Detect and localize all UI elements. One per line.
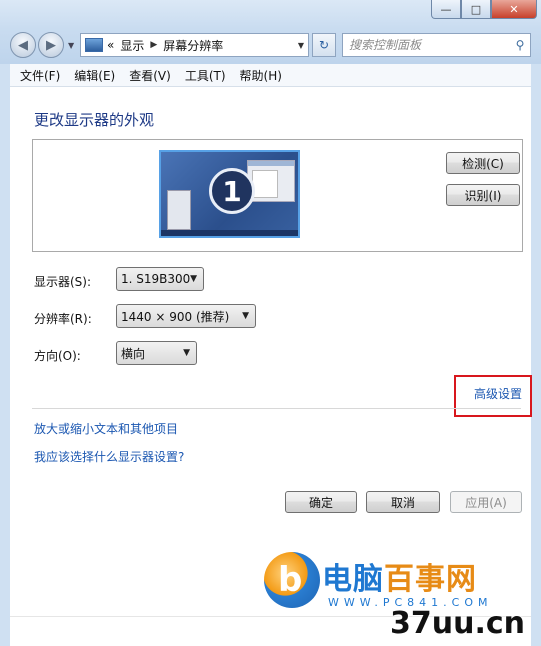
resolution-label: 分辨率(R): bbox=[34, 312, 92, 326]
apply-button[interactable]: 应用(A) bbox=[450, 491, 522, 513]
chevron-down-icon: ▼ bbox=[190, 274, 197, 284]
which-display-settings-link[interactable]: 我应该选择什么显示器设置? bbox=[34, 448, 184, 465]
title-bar: — □ ✕ ◀ ▶ ▼ « 显示 ▶ 屏幕分辨率 ▼ ↻ ⚲ bbox=[0, 0, 541, 64]
watermark-brand-part1: 电脑 bbox=[322, 562, 384, 597]
menu-help[interactable]: 帮助(H) bbox=[240, 67, 282, 84]
menu-view[interactable]: 查看(V) bbox=[129, 67, 171, 84]
back-arrow-icon: ◀ bbox=[18, 37, 28, 53]
refresh-button[interactable]: ↻ bbox=[312, 33, 336, 57]
watermark-site2: 37uu.cn bbox=[390, 606, 525, 641]
divider bbox=[32, 408, 521, 409]
logo-letter: b bbox=[278, 560, 303, 600]
menu-edit[interactable]: 编辑(E) bbox=[74, 67, 115, 84]
display-label: 显示器(S): bbox=[34, 275, 92, 289]
monitor-1-thumbnail[interactable]: 1 bbox=[159, 150, 300, 238]
resolution-select[interactable]: 1440 × 900 (推荐) ▼ bbox=[116, 304, 256, 328]
page-title: 更改显示器的外观 bbox=[34, 111, 155, 129]
menu-file[interactable]: 文件(F) bbox=[20, 67, 60, 84]
ok-button[interactable]: 确定 bbox=[285, 491, 357, 513]
preview-taskbar bbox=[161, 230, 298, 236]
menu-bar: 文件(F) 编辑(E) 查看(V) 工具(T) 帮助(H) bbox=[10, 64, 531, 87]
orientation-select-value: 横向 bbox=[121, 346, 146, 361]
chevron-down-icon: ▼ bbox=[242, 311, 249, 321]
breadcrumb-item-screen-resolution[interactable]: 屏幕分辨率 bbox=[163, 37, 223, 54]
pc841-logo-icon: b bbox=[264, 552, 320, 608]
forward-arrow-icon: ▶ bbox=[46, 37, 56, 53]
resolution-select-value: 1440 × 900 (推荐) bbox=[121, 309, 230, 324]
search-icon[interactable]: ⚲ bbox=[510, 38, 530, 52]
minimize-button[interactable]: — bbox=[431, 0, 461, 19]
chevron-down-icon: ▼ bbox=[183, 348, 190, 358]
monitor-number-badge: 1 bbox=[209, 168, 255, 214]
menu-tools[interactable]: 工具(T) bbox=[185, 67, 226, 84]
breadcrumb: « 显示 ▶ 屏幕分辨率 bbox=[107, 37, 294, 54]
cancel-button[interactable]: 取消 bbox=[366, 491, 440, 513]
display-select-value: 1. S19B300 bbox=[121, 272, 191, 286]
address-dropdown-icon[interactable]: ▼ bbox=[294, 41, 308, 50]
close-button[interactable]: ✕ bbox=[491, 0, 537, 19]
refresh-icon: ↻ bbox=[318, 38, 330, 52]
detect-button[interactable]: 检测(C) bbox=[446, 152, 520, 174]
search-box: ⚲ bbox=[342, 33, 531, 57]
identify-button[interactable]: 识别(I) bbox=[446, 184, 520, 206]
display-control-panel-icon bbox=[85, 38, 103, 52]
caption-buttons: — □ ✕ bbox=[431, 0, 537, 20]
recent-pages-dropdown-icon[interactable]: ▼ bbox=[68, 41, 74, 50]
watermark: b 电脑百事网 WWW.PC841.COM 37uu.cn bbox=[264, 552, 534, 642]
watermark-brand-part2: 百事网 bbox=[384, 562, 477, 597]
back-button[interactable]: ◀ bbox=[10, 32, 36, 58]
breadcrumb-overflow[interactable]: « bbox=[107, 38, 114, 52]
orientation-label: 方向(O): bbox=[34, 349, 81, 363]
forward-button[interactable]: ▶ bbox=[38, 32, 64, 58]
orientation-select[interactable]: 横向 ▼ bbox=[116, 341, 197, 365]
display-select[interactable]: 1. S19B300 ▼ bbox=[116, 267, 204, 291]
address-bar[interactable]: « 显示 ▶ 屏幕分辨率 ▼ bbox=[80, 33, 309, 57]
display-preview-area: 1 检测(C) 识别(I) bbox=[32, 139, 523, 252]
screen-resolution-window: — □ ✕ ◀ ▶ ▼ « 显示 ▶ 屏幕分辨率 ▼ ↻ ⚲ 文件(F) 编辑( bbox=[0, 0, 541, 646]
breadcrumb-item-display[interactable]: 显示 bbox=[120, 37, 144, 54]
preview-sidebar-icon bbox=[167, 190, 191, 230]
watermark-brand: 电脑百事网 bbox=[322, 554, 477, 598]
maximize-button[interactable]: □ bbox=[461, 0, 491, 19]
text-size-link[interactable]: 放大或缩小文本和其他项目 bbox=[34, 420, 178, 437]
navigation-buttons: ◀ ▶ ▼ bbox=[10, 32, 74, 58]
breadcrumb-separator-icon[interactable]: ▶ bbox=[150, 40, 157, 50]
advanced-settings-link[interactable]: 高级设置 bbox=[474, 385, 522, 402]
search-input[interactable] bbox=[343, 37, 510, 53]
